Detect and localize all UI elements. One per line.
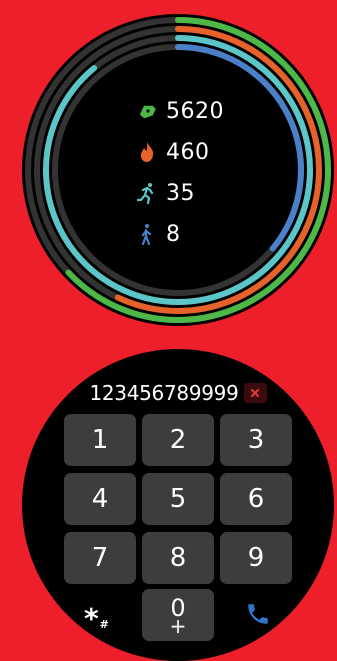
active-minutes-stat: 8 bbox=[134, 219, 181, 249]
key-1[interactable]: 1 bbox=[64, 414, 136, 466]
close-icon bbox=[251, 389, 260, 397]
flame-icon bbox=[134, 139, 160, 165]
calories-stat: 460 bbox=[134, 137, 210, 167]
running-icon bbox=[134, 180, 160, 206]
number-display: 123456789999 bbox=[22, 381, 334, 405]
key-3[interactable]: 3 bbox=[220, 414, 292, 466]
key-0-plus: + bbox=[169, 614, 187, 638]
dialed-number: 123456789999 bbox=[89, 381, 239, 405]
steps-stat: 5620 bbox=[134, 96, 224, 126]
hash-symbol: # bbox=[99, 618, 109, 631]
activity-stats: 5620 460 35 8 bbox=[22, 14, 334, 326]
steps-value: 5620 bbox=[166, 98, 224, 124]
distance-value: 35 bbox=[166, 180, 195, 206]
star-hash-button[interactable]: * # bbox=[84, 602, 109, 635]
phone-icon bbox=[248, 604, 268, 624]
key-4[interactable]: 4 bbox=[64, 473, 136, 525]
walking-icon bbox=[134, 221, 160, 247]
shoe-icon bbox=[134, 98, 160, 124]
call-button[interactable] bbox=[241, 597, 275, 631]
key-6[interactable]: 6 bbox=[220, 473, 292, 525]
dialer-watch-face: 123456789999 1 2 3 4 5 6 7 8 9 * # 0 + bbox=[22, 349, 334, 661]
key-5[interactable]: 5 bbox=[142, 473, 214, 525]
key-2[interactable]: 2 bbox=[142, 414, 214, 466]
clear-button[interactable] bbox=[243, 383, 267, 403]
distance-stat: 35 bbox=[134, 178, 195, 208]
key-7[interactable]: 7 bbox=[64, 532, 136, 584]
star-symbol: * bbox=[84, 602, 99, 635]
key-9[interactable]: 9 bbox=[220, 532, 292, 584]
active-minutes-value: 8 bbox=[166, 221, 181, 247]
calories-value: 460 bbox=[166, 139, 210, 165]
key-0[interactable]: 0 + bbox=[142, 589, 214, 641]
key-8[interactable]: 8 bbox=[142, 532, 214, 584]
activity-watch-face: 5620 460 35 8 bbox=[22, 14, 334, 326]
